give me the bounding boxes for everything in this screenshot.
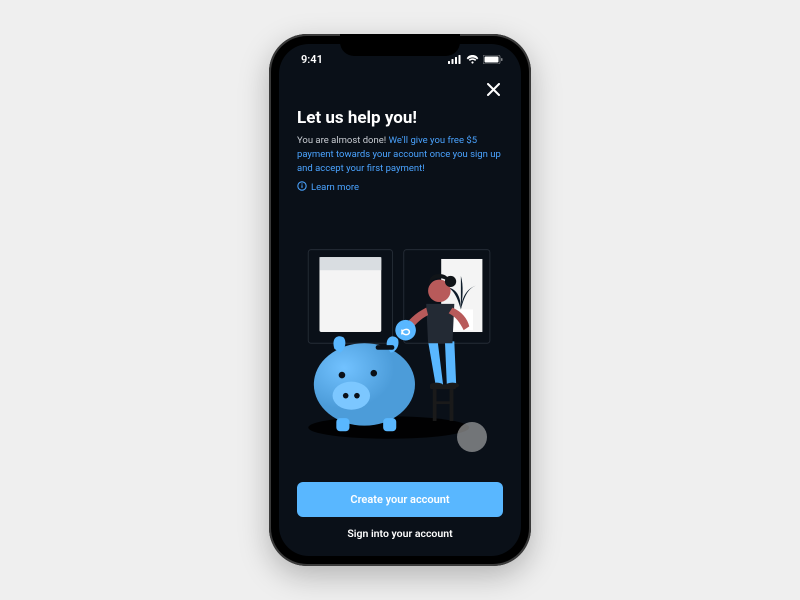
illustration xyxy=(297,208,503,476)
sign-in-button[interactable]: Sign into your account xyxy=(297,517,503,542)
close-button[interactable] xyxy=(483,80,503,100)
status-indicators xyxy=(448,55,503,64)
modal-title: Let us help you! xyxy=(297,108,503,128)
battery-icon xyxy=(483,55,503,64)
status-time: 9:41 xyxy=(301,53,323,66)
info-circle-icon xyxy=(297,181,307,194)
modal-subtitle: You are almost done! We'll give you free… xyxy=(297,134,503,175)
onboarding-modal: Let us help you! You are almost done! We… xyxy=(279,74,521,556)
device-notch xyxy=(340,34,460,56)
phone-frame: 9:41 Let us he xyxy=(269,34,531,566)
screen: 9:41 Let us he xyxy=(279,44,521,556)
create-account-button[interactable]: Create your account xyxy=(297,482,503,517)
learn-more-label: Learn more xyxy=(311,182,359,193)
learn-more-link[interactable]: Learn more xyxy=(297,181,503,194)
cellular-signal-icon xyxy=(448,55,462,64)
subtitle-prefix: You are almost done! xyxy=(297,135,389,146)
close-icon xyxy=(487,81,500,100)
wifi-icon xyxy=(466,55,479,64)
